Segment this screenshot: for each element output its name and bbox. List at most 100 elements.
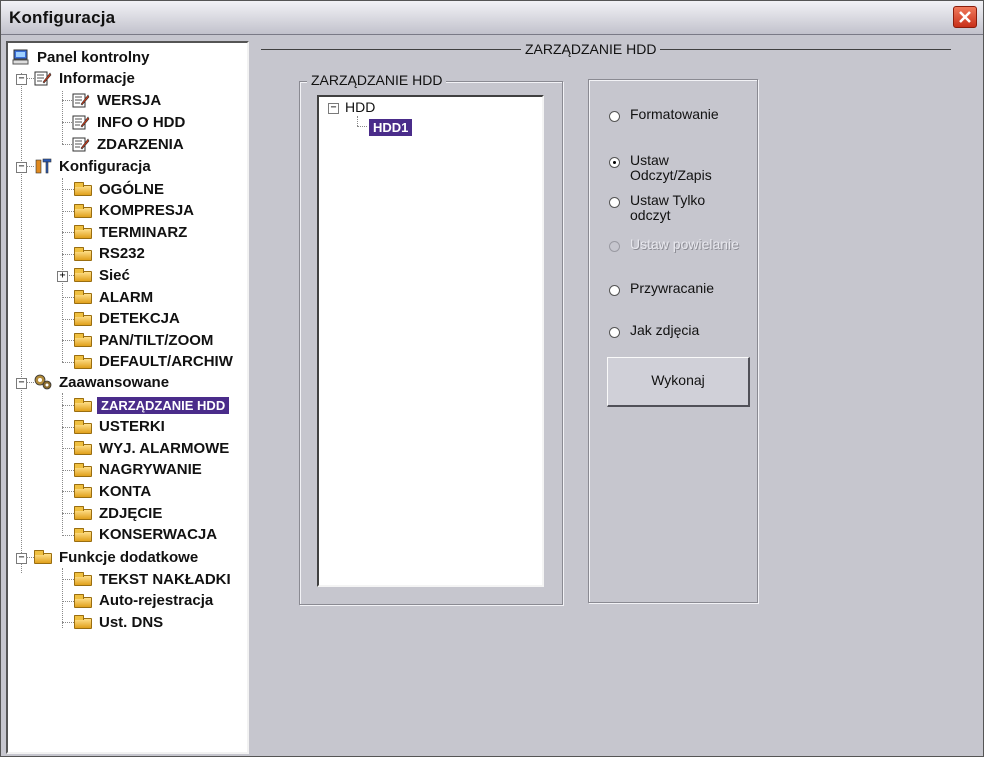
- tree-item-kompresja[interactable]: KOMPRESJA: [74, 201, 196, 221]
- tree-label: ZARZĄDZANIE HDD: [97, 396, 230, 414]
- radio-option-5[interactable]: Przywracanie: [609, 281, 739, 296]
- tree-line: [26, 78, 34, 79]
- radio-option-6[interactable]: Jak zdjęcia: [609, 323, 739, 338]
- expand-toggle[interactable]: +: [57, 271, 68, 283]
- folder-icon: [74, 246, 92, 262]
- tree-item-alarm[interactable]: ALARM: [74, 287, 155, 307]
- tree-item-default-archiw[interactable]: DEFAULT/ARCHIW: [74, 352, 235, 372]
- tree-item-konserwacja[interactable]: KONSERWACJA: [74, 525, 219, 545]
- radio-icon: [609, 197, 620, 208]
- tree-line: [62, 361, 74, 363]
- tree-line: [357, 126, 367, 127]
- tree-label: TERMINARZ: [99, 223, 188, 241]
- edit-doc-icon: [72, 114, 90, 130]
- tree-label: Funkcje dodatkowe: [59, 548, 199, 566]
- hdd-tree: − HDD HDD1: [317, 95, 544, 587]
- radio-icon: [609, 327, 620, 338]
- radio-option-1[interactable]: Formatowanie: [609, 107, 739, 122]
- tree-item-pan-tilt-zoom[interactable]: PAN/TILT/ZOOM: [74, 330, 215, 350]
- tree-item-sieć[interactable]: Sieć: [74, 265, 132, 285]
- radio-icon: [609, 157, 620, 168]
- tree-item-detekcja[interactable]: DETEKCJA: [74, 309, 182, 329]
- tree-label: Konfiguracja: [59, 157, 151, 175]
- tree-item-konta[interactable]: KONTA: [74, 481, 153, 501]
- folder-icon: [74, 440, 92, 456]
- folder-icon: [74, 483, 92, 499]
- radio-option-3[interactable]: Ustaw Tylko odczyt: [609, 193, 739, 223]
- tree-item-nagrywanie[interactable]: NAGRYWANIE: [74, 460, 204, 480]
- tree-label: KOMPRESJA: [99, 202, 195, 220]
- folder-icon: [74, 527, 92, 543]
- collapse-toggle[interactable]: −: [328, 103, 339, 114]
- collapse-toggle[interactable]: −: [16, 162, 27, 173]
- tree-item-zarządzanie-hdd[interactable]: ZARZĄDZANIE HDD: [74, 395, 230, 415]
- tree-group-title: ZARZĄDZANIE HDD: [307, 72, 447, 88]
- tree-line: [62, 622, 74, 624]
- tree-line: [62, 579, 74, 580]
- radio-option-4: Ustaw powielanie: [609, 237, 739, 252]
- hdd1-node[interactable]: HDD1: [369, 119, 413, 136]
- tree-label: Panel kontrolny: [37, 48, 150, 66]
- tree-label: Auto-rejestracja: [99, 592, 214, 610]
- tree-item-usterki[interactable]: USTERKI: [74, 417, 167, 437]
- tree-item-ogólne[interactable]: OGÓLNE: [74, 179, 166, 199]
- computer-icon: [12, 49, 30, 65]
- tree-label: PAN/TILT/ZOOM: [99, 331, 214, 349]
- tree-item-terminarz[interactable]: TERMINARZ: [74, 222, 189, 242]
- tree-item-konfiguracja[interactable]: Konfiguracja: [34, 156, 153, 176]
- tree-line: [62, 448, 74, 450]
- tree-line: [26, 382, 34, 383]
- folder-icon: [74, 354, 92, 370]
- tree-item-funkcje-dodatkowe[interactable]: Funkcje dodatkowe: [34, 547, 200, 567]
- tree-label: WYJ. ALARMOWE: [99, 439, 230, 457]
- tree-item-wyj-alarmowe[interactable]: WYJ. ALARMOWE: [74, 438, 231, 458]
- radio-icon: [609, 241, 620, 252]
- folder-icon: [74, 571, 92, 587]
- tree-item-zdarzenia[interactable]: ZDARZENIA: [60, 134, 186, 154]
- title-bar: Konfiguracja: [1, 1, 983, 35]
- tree-item-ust-dns[interactable]: Ust. DNS: [74, 612, 165, 632]
- tree-label: Zaawansowane: [59, 373, 170, 391]
- tree-item-panel-kontrolny[interactable]: Panel kontrolny: [12, 47, 152, 67]
- tree-line: [26, 557, 34, 558]
- tools-icon: [34, 158, 52, 174]
- collapse-toggle[interactable]: −: [16, 74, 27, 85]
- tree-label: Ust. DNS: [99, 613, 164, 631]
- tree-label: DEFAULT/ARCHIW: [99, 353, 233, 371]
- hdd-root-node[interactable]: HDD: [345, 99, 375, 115]
- collapse-toggle[interactable]: −: [16, 378, 27, 389]
- folder-icon: [74, 181, 92, 197]
- tree-item-tekst-nakładki[interactable]: TEKST NAKŁADKI: [74, 569, 233, 589]
- tree-item-info-o-hdd[interactable]: INFO O HDD: [60, 112, 187, 132]
- tree-label: NAGRYWANIE: [99, 461, 202, 479]
- close-button[interactable]: [953, 6, 977, 28]
- folder-icon: [74, 332, 92, 348]
- tree-label: WERSJA: [97, 91, 162, 109]
- execute-button[interactable]: Wykonaj: [607, 357, 750, 407]
- tree-line: [62, 340, 74, 342]
- tree-item-zaawansowane[interactable]: Zaawansowane: [34, 372, 171, 392]
- tree-item-rs232[interactable]: RS232: [74, 244, 147, 264]
- tree-line: [62, 318, 74, 320]
- tree-label: Sieć: [99, 266, 130, 284]
- radio-label: Formatowanie: [630, 106, 719, 122]
- window-title: Konfiguracja: [9, 8, 116, 27]
- folder-icon: [74, 419, 92, 435]
- edit-doc-icon: [72, 136, 90, 152]
- edit-doc-icon: [34, 70, 52, 86]
- folder-icon: [74, 593, 92, 609]
- tree-line: [62, 426, 74, 428]
- tree-item-wersja[interactable]: WERSJA: [60, 90, 163, 110]
- tree-item-auto-rejestracja[interactable]: Auto-rejestracja: [74, 591, 215, 611]
- tree-label: OGÓLNE: [99, 180, 165, 198]
- tree-label: DETEKCJA: [99, 310, 180, 328]
- tree-line: [62, 534, 74, 536]
- radio-option-2[interactable]: Ustaw Odczyt/Zapis: [609, 153, 739, 183]
- radio-label: Ustaw Tylko odczyt: [630, 192, 706, 223]
- collapse-toggle[interactable]: −: [16, 553, 27, 564]
- tree-item-zdjęcie[interactable]: ZDJĘCIE: [74, 503, 164, 523]
- tree-line: [62, 393, 63, 533]
- tree-label: USTERKI: [99, 418, 165, 436]
- tree-item-informacje[interactable]: Informacje: [34, 68, 137, 88]
- close-icon: [959, 11, 971, 23]
